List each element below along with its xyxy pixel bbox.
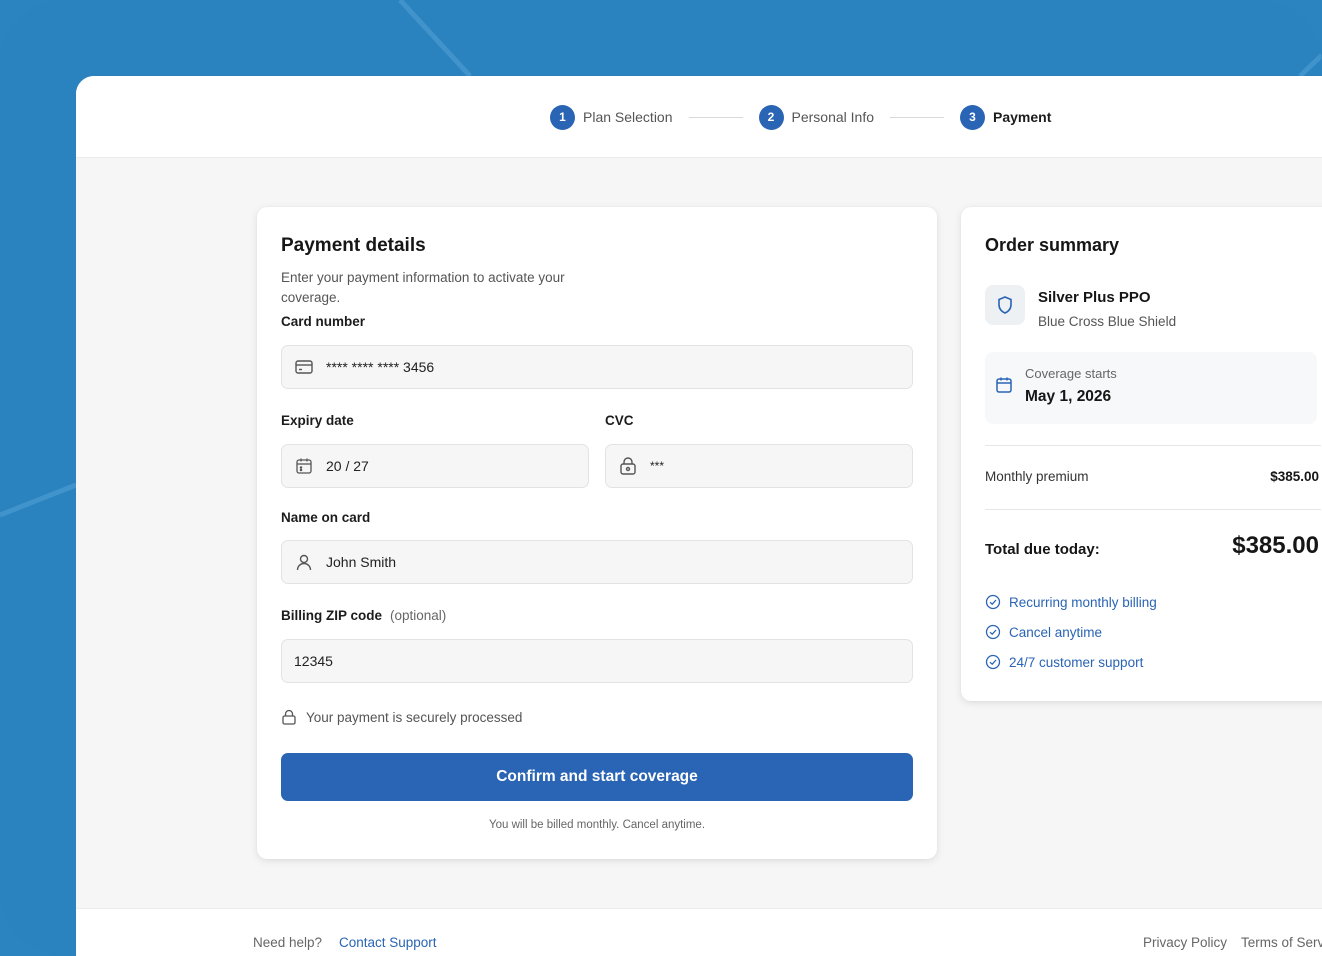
name-label: Name on card: [281, 510, 371, 525]
zip-optional-hint: (optional): [390, 608, 447, 623]
divider: [985, 445, 1321, 446]
check-circle-icon: [985, 654, 1001, 670]
name-value: John Smith: [326, 554, 397, 570]
app-window: 1 Plan Selection 2 Personal Info 3 Payme…: [76, 76, 1322, 956]
total-label: Total due today:: [985, 541, 1100, 558]
total-value: $385.00: [1232, 532, 1319, 559]
zip-value: 12345: [294, 653, 333, 669]
secure-text: Your payment is securely processed: [306, 709, 523, 725]
step-plan-selection[interactable]: 1 Plan Selection: [550, 104, 673, 130]
step-connector: [890, 116, 945, 118]
secure-notice: Your payment is securely processed: [281, 708, 522, 726]
expiry-value: 20 / 27: [326, 458, 369, 474]
order-summary-card: Order summary Silver Plus PPO Blue Cross…: [961, 207, 1322, 701]
footer: Need help? Contact Support Privacy Polic…: [76, 908, 1322, 956]
name-on-card-field[interactable]: John Smith: [281, 540, 913, 584]
coverage-date: May 1, 2026: [1025, 388, 1112, 405]
checkout-stepper: 1 Plan Selection 2 Personal Info 3 Payme…: [550, 104, 1051, 130]
feature-item: Recurring monthly billing: [985, 594, 1157, 610]
credit-card-icon: [294, 357, 314, 377]
cvc-value: ***: [650, 459, 665, 473]
plan-name: Silver Plus PPO: [1038, 289, 1151, 306]
user-icon: [294, 552, 314, 572]
feature-item: Cancel anytime: [985, 624, 1102, 640]
step-label: Personal Info: [791, 109, 875, 125]
premium-value: $385.00: [1270, 469, 1319, 484]
coverage-start-box: Coverage starts May 1, 2026: [985, 352, 1317, 424]
zip-label-text: Billing ZIP code: [281, 608, 383, 623]
billing-note: You will be billed monthly. Cancel anyti…: [488, 819, 706, 831]
coverage-label: Coverage starts: [1025, 366, 1117, 381]
expiry-date-field[interactable]: 20 / 27: [281, 444, 589, 488]
step-connector: [688, 116, 743, 118]
feature-text: 24/7 customer support: [1009, 654, 1144, 670]
step-label: Payment: [993, 109, 1052, 125]
step-payment[interactable]: 3 Payment: [960, 104, 1052, 130]
card-number-label: Card number: [281, 314, 366, 329]
lock-icon: [618, 456, 638, 476]
feature-text: Recurring monthly billing: [1009, 594, 1157, 610]
feature-text: Cancel anytime: [1009, 624, 1103, 640]
confirm-coverage-button[interactable]: Confirm and start coverage: [281, 753, 913, 801]
cvc-label: CVC: [605, 413, 634, 428]
shield-icon: [985, 285, 1025, 325]
contact-support-link[interactable]: Contact Support: [339, 935, 437, 950]
calendar-icon: [294, 456, 314, 476]
plan-provider: Blue Cross Blue Shield: [1038, 314, 1177, 329]
check-circle-icon: [985, 594, 1001, 610]
step-label: Plan Selection: [583, 109, 673, 125]
summary-title: Order summary: [985, 235, 1120, 255]
step-number: 1: [550, 104, 575, 130]
help-text: Need help?: [253, 935, 323, 950]
step-number: 2: [758, 104, 784, 130]
premium-label: Monthly premium: [985, 469, 1089, 484]
expiry-label: Expiry date: [281, 413, 354, 428]
terms-link[interactable]: Terms of Service: [1241, 935, 1322, 950]
feature-item: 24/7 customer support: [985, 654, 1143, 670]
payment-subtitle: Enter your payment information to activa…: [281, 270, 565, 305]
calendar-icon: [995, 376, 1015, 396]
header: 1 Plan Selection 2 Personal Info 3 Payme…: [76, 76, 1322, 158]
cvc-field[interactable]: ***: [605, 444, 913, 488]
divider: [985, 509, 1321, 510]
step-number: 3: [960, 104, 986, 130]
zip-code-field[interactable]: 12345: [281, 639, 913, 683]
zip-label: Billing ZIP code (optional): [281, 608, 446, 623]
card-number-field[interactable]: **** **** **** 3456: [281, 345, 913, 389]
payment-details-card: Payment details Enter your payment infor…: [257, 207, 937, 859]
payment-title: Payment details: [281, 235, 426, 256]
privacy-policy-link[interactable]: Privacy Policy: [1143, 935, 1227, 950]
step-personal-info[interactable]: 2 Personal Info: [758, 104, 875, 130]
card-number-value: **** **** **** 3456: [326, 359, 435, 375]
lock-icon: [281, 708, 299, 726]
check-circle-icon: [985, 624, 1001, 640]
